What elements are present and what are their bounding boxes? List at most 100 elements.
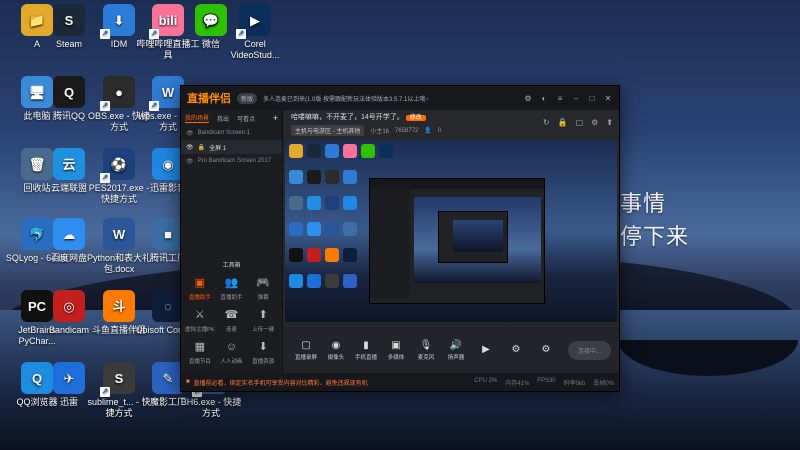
wallpaper-text-line2: 停下来 — [620, 225, 690, 250]
preview-icon — [307, 222, 321, 236]
tab-second[interactable]: 我出 — [217, 114, 229, 123]
control-icon: ▶ — [482, 343, 490, 355]
control-button[interactable]: ◉ 摄像头 — [321, 340, 351, 361]
close-icon[interactable]: ✕ — [603, 94, 613, 103]
app-icon: W — [103, 218, 135, 250]
tool-label: 直播节目 — [188, 359, 211, 365]
control-icon: 🎙 — [419, 339, 433, 351]
preview-icon — [289, 274, 303, 288]
tool-label: 上传一键 — [252, 327, 275, 333]
tool-icon: ☎ — [224, 309, 239, 321]
stream-preview[interactable] — [285, 140, 617, 322]
shortcut-arrow-icon: ↗ — [100, 387, 110, 397]
app-icon: ⬇ ↗ — [100, 4, 135, 39]
toolbox-grid: ▣ 直播助手 👥 直播助手 🎮 弹幕 ⚔ 虚拟主播PK ☎ 连麦 ⬆ 上传一键 ▦ 直播节目 ☺ 人人动画 ⬇ 直… — [184, 275, 279, 389]
control-button[interactable]: ▢ 直播录屏 — [291, 340, 321, 361]
control-button[interactable]: ▮ 手机直播 — [351, 340, 381, 361]
app-glyph: ✈ — [63, 370, 75, 386]
tool-icon: ⬇ — [258, 341, 268, 353]
control-button[interactable]: ▶ — [471, 344, 501, 357]
app-logo: 直播伴侣 — [187, 93, 231, 105]
sidebar-tabs: 我的场景 我出 可看点 + — [181, 110, 282, 126]
app-glyph: ✎ — [162, 370, 174, 386]
tool-label: 直播助手 — [220, 295, 243, 301]
scene-item[interactable]: 👁 Bandicam Screen 1 — [181, 126, 282, 140]
category-selector[interactable]: 主机与电游区 - 主机其他 — [291, 125, 365, 136]
toolbox-item[interactable]: 👥 直播助手 — [216, 275, 248, 301]
title-bar[interactable]: 直播伴侣 新版 多人连麦已到来(1.0版 按需跟配新玩法体验版本3.5.7.1以… — [181, 86, 619, 110]
shortcut-arrow-icon: ↗ — [149, 101, 159, 111]
shortcut-arrow-icon: ↗ — [100, 29, 110, 39]
stream-title[interactable]: 哈喽嘛嘛，不开麦了，14号开学了。 — [291, 114, 404, 121]
app-icon: Q — [53, 76, 85, 108]
nested-app-preview — [369, 178, 545, 304]
perf-stat: CPU 2% — [474, 377, 498, 384]
status-notice[interactable]: 直播前必看，绑定实名手机可享受内容对比精彩、避免违规现有机 — [194, 378, 368, 387]
control-button[interactable]: 🔊 扬声器 — [441, 340, 471, 361]
app-glyph: bili — [158, 12, 178, 28]
lock-icon[interactable]: 🔒 — [558, 118, 568, 127]
stream-info: 哈喽嘛嘛，不开麦了，14号开学了。 修改 主机与电游区 - 主机其他 小主16 … — [283, 110, 619, 136]
viewer-icon: 👤 — [424, 128, 432, 134]
perf-stat: FPS30 — [537, 377, 556, 384]
menu-icon[interactable]: ≡ — [555, 94, 565, 103]
app-icon: S — [53, 4, 85, 36]
desktop-icon[interactable]: ▶ ↗ Corel VideoStud... — [222, 4, 288, 61]
preview-icon — [289, 170, 303, 184]
edit-title-button[interactable]: 修改 — [405, 115, 426, 121]
go-live-button[interactable]: 连接中... — [567, 340, 611, 360]
minimize-icon[interactable]: – — [571, 94, 581, 103]
tool-label: 弹幕 — [257, 295, 269, 301]
shirt-icon[interactable]: ◐ — [539, 94, 549, 103]
control-button[interactable]: ▣ 多媒体 — [381, 340, 411, 361]
app-glyph: ◉ — [162, 156, 174, 172]
shortcut-arrow-icon: ↗ — [236, 29, 246, 39]
tool-label: 直播助手 — [188, 295, 211, 301]
preview-icon — [289, 222, 303, 236]
tab-third[interactable]: 可看点 — [237, 114, 255, 123]
preview-icon — [307, 274, 321, 288]
maximize-icon[interactable]: □ — [587, 94, 597, 103]
preview-icon — [343, 144, 357, 158]
lock-icon[interactable]: 🔒 — [198, 144, 205, 151]
control-button[interactable]: ⚙ — [531, 344, 561, 357]
control-icon: ▮ — [363, 339, 369, 351]
add-scene-button[interactable]: + — [273, 113, 278, 123]
settings-icon[interactable]: ⚙ — [591, 118, 598, 127]
scene-item[interactable]: 👁 Pro Bandicam Screen 2017 — [181, 154, 282, 168]
toolbox-item[interactable]: ⚔ 虚拟主播PK — [184, 307, 216, 333]
toolbox-item[interactable]: 🎮 弹幕 — [247, 275, 279, 301]
toolbox-item[interactable]: ▦ 直播节目 — [184, 339, 216, 365]
shortcut-arrow-icon: ↗ — [149, 29, 159, 39]
eye-icon[interactable]: 👁 — [186, 130, 194, 137]
streaming-app-window[interactable]: 直播伴侣 新版 多人连麦已到来(1.0版 按需跟配新玩法体验版本3.5.7.1以… — [180, 85, 620, 392]
tab-my-scenes[interactable]: 我的场景 — [185, 113, 210, 123]
app-icon: 云 — [53, 148, 85, 180]
toolbox-item[interactable]: ☎ 连麦 — [216, 307, 248, 333]
control-label: 扬声器 — [447, 354, 465, 361]
toolbox-item[interactable]: ⬆ 上传一键 — [247, 307, 279, 333]
eye-icon[interactable]: 👁 — [186, 158, 194, 165]
app-glyph: ■ — [164, 226, 172, 242]
scene-item-selected[interactable]: 👁 🔒 全屏 1 — [181, 140, 282, 154]
nested-nested-preview — [453, 220, 503, 252]
record-icon[interactable]: ⬆ — [606, 118, 613, 127]
preview-icon — [343, 274, 357, 288]
app-glyph: W — [161, 84, 175, 100]
tool-label: 人人动画 — [220, 359, 243, 365]
nested-sidebar — [370, 189, 410, 297]
copy-icon[interactable]: ▢ — [576, 118, 584, 127]
toolbox-item[interactable]: ▣ 直播助手 — [184, 275, 216, 301]
eye-icon[interactable]: 👁 — [186, 144, 194, 151]
control-button[interactable]: ⚙ — [501, 344, 531, 357]
toolbox-item[interactable]: ☺ 人人动画 — [216, 339, 248, 365]
nested-nested-app — [438, 211, 508, 263]
toolbox-item[interactable]: ⬇ 直播资源 — [247, 339, 279, 365]
scene-sidebar: 我的场景 我出 可看点 + 👁 Bandicam Screen 1 👁 🔒 全屏… — [181, 110, 283, 385]
gear-icon[interactable]: ⚙ — [523, 94, 533, 103]
version-badge[interactable]: 新版 — [237, 92, 258, 104]
share-icon[interactable]: ↻ — [543, 118, 550, 127]
control-button[interactable]: 🎙 麦克风 — [411, 340, 441, 361]
announcement-text[interactable]: 多人连麦已到来(1.0版 按需跟配新玩法体验版本3.5.7.1以上哦~ — [263, 94, 517, 103]
app-glyph: ⬇ — [113, 12, 125, 28]
